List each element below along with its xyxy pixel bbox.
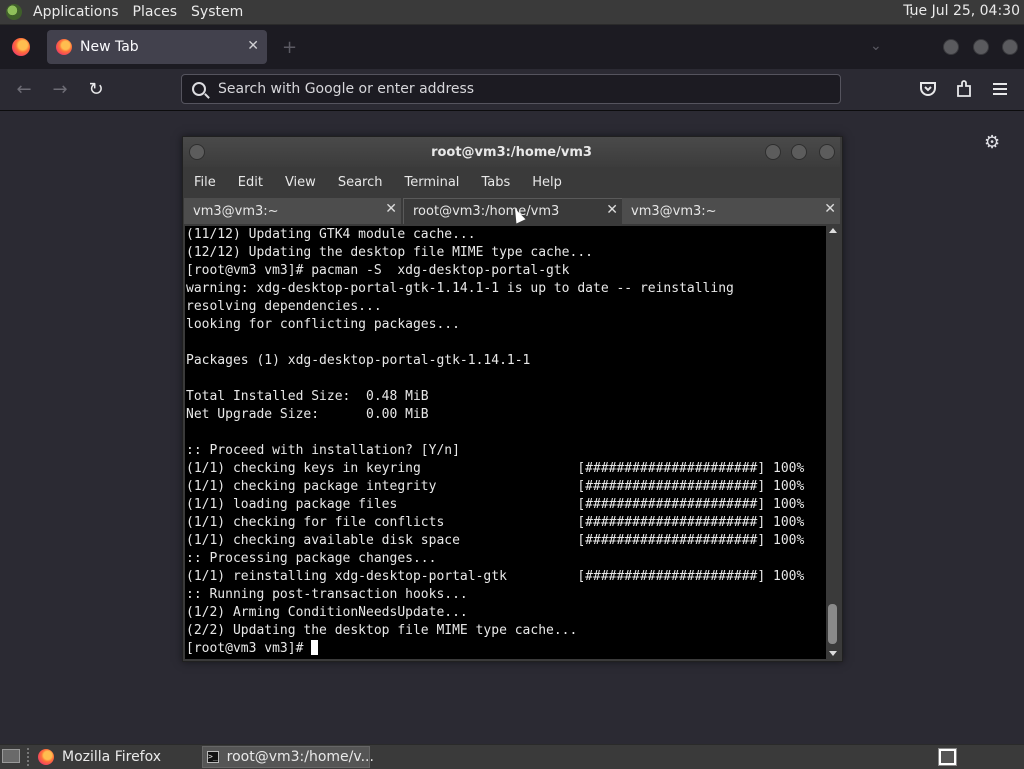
- list-all-tabs-icon[interactable]: ⌄: [870, 38, 882, 54]
- terminal-line: warning: xdg-desktop-portal-gtk-1.14.1-1…: [186, 281, 734, 296]
- menu-help[interactable]: Help: [521, 175, 573, 190]
- bottom-taskbar: Mozilla Firefox >_ root@vm3:/home/v...: [0, 744, 1024, 769]
- terminal-titlebar[interactable]: root@vm3:/home/vm3: [183, 137, 840, 167]
- terminal-line: Packages (1) xdg-desktop-portal-gtk-1.14…: [186, 353, 531, 368]
- terminal-line: resolving dependencies...: [186, 299, 382, 314]
- terminal-line: (1/1) checking available disk space [###…: [186, 533, 805, 548]
- terminal-line: Net Upgrade Size: 0.00 MiB: [186, 407, 429, 422]
- browser-tab-strip: New Tab ✕ + ⌄: [0, 25, 1024, 69]
- menu-search[interactable]: Search: [327, 175, 394, 190]
- hamburger-menu-icon[interactable]: [992, 82, 1008, 96]
- terminal-icon: >_: [207, 751, 219, 763]
- menu-places[interactable]: Places: [126, 4, 185, 20]
- top-panel: Applications Places System Tue Jul 25, 0…: [0, 0, 1024, 25]
- terminal-line: :: Running post-transaction hooks...: [186, 587, 468, 602]
- taskbar-separator: [27, 748, 29, 766]
- terminal-scrollbar[interactable]: [826, 226, 839, 659]
- navigation-toolbar: ← → ↻: [0, 69, 1024, 111]
- terminal-line: [root@vm3 vm3]# pacman -S xdg-desktop-po…: [186, 263, 570, 278]
- menu-view[interactable]: View: [274, 175, 327, 190]
- terminal-line: (1/1) checking for file conflicts [#####…: [186, 515, 805, 530]
- firefox-view-icon[interactable]: [12, 38, 30, 56]
- new-tab-button[interactable]: +: [282, 37, 297, 58]
- menu-applications[interactable]: Applications: [26, 4, 126, 20]
- terminal-tab-label: vm3@vm3:~: [193, 203, 279, 219]
- taskbar-item-firefox[interactable]: Mozilla Firefox: [32, 746, 200, 768]
- terminal-menubar: File Edit View Search Terminal Tabs Help: [183, 171, 840, 193]
- distro-logo-icon[interactable]: [6, 4, 22, 20]
- terminal-tab-label: root@vm3:/home/vm3: [413, 204, 560, 219]
- tab-close-icon[interactable]: ✕: [247, 38, 259, 54]
- show-desktop-button[interactable]: [2, 749, 20, 763]
- tab-close-icon[interactable]: ✕: [606, 202, 618, 218]
- firefox-favicon-icon: [56, 39, 72, 55]
- back-arrow-icon[interactable]: ←: [12, 77, 36, 101]
- taskbar-item-terminal[interactable]: >_ root@vm3:/home/v...: [202, 746, 374, 768]
- scroll-up-arrow-icon[interactable]: [829, 228, 837, 233]
- search-icon: [192, 82, 206, 96]
- terminal-line: (1/2) Arming ConditionNeedsUpdate...: [186, 605, 468, 620]
- terminal-line: (11/12) Updating GTK4 module cache...: [186, 227, 476, 242]
- terminal-line: (1/1) reinstalling xdg-desktop-portal-gt…: [186, 569, 805, 584]
- scrollbar-thumb[interactable]: [828, 604, 837, 644]
- menu-system[interactable]: System: [184, 4, 250, 20]
- extensions-icon[interactable]: [956, 80, 972, 98]
- taskbar-item-label: Mozilla Firefox: [62, 749, 162, 765]
- tab-close-icon[interactable]: ✕: [385, 201, 397, 217]
- terminal-output[interactable]: (11/12) Updating GTK4 module cache... (12…: [185, 226, 826, 659]
- taskbar-item-label: root@vm3:/home/v...: [226, 749, 374, 765]
- pocket-icon[interactable]: [919, 81, 937, 97]
- terminal-line: :: Proceed with installation? [Y/n]: [186, 443, 460, 458]
- terminal-title: root@vm3:/home/vm3: [431, 144, 592, 160]
- browser-tab-new-tab[interactable]: New Tab ✕: [47, 30, 267, 64]
- url-bar[interactable]: [181, 74, 841, 104]
- clock[interactable]: Tue Jul 25, 04:30: [903, 3, 1020, 19]
- terminal-line: (2/2) Updating the desktop file MIME typ…: [186, 623, 578, 638]
- workspace-switcher[interactable]: [938, 748, 957, 766]
- tab-close-icon[interactable]: ✕: [824, 201, 836, 217]
- menu-tabs[interactable]: Tabs: [470, 175, 521, 190]
- menu-file[interactable]: File: [183, 175, 227, 190]
- terminal-tab-1[interactable]: vm3@vm3:~ ✕: [184, 198, 401, 224]
- terminal-line: Total Installed Size: 0.48 MiB: [186, 389, 429, 404]
- terminal-line: (1/1) checking package integrity [######…: [186, 479, 805, 494]
- terminal-line: (12/12) Updating the desktop file MIME t…: [186, 245, 593, 260]
- text-cursor: [311, 640, 319, 655]
- firefox-icon: [38, 749, 54, 765]
- window-close-button[interactable]: [1002, 39, 1018, 55]
- terminal-line: (1/1) loading package files [###########…: [186, 497, 805, 512]
- scroll-down-arrow-icon[interactable]: [829, 651, 837, 656]
- terminal-tab-3[interactable]: vm3@vm3:~ ✕: [622, 198, 840, 224]
- terminal-tab-label: vm3@vm3:~: [631, 203, 717, 219]
- terminal-maximize-button[interactable]: [791, 144, 807, 160]
- shell-prompt: [root@vm3 vm3]#: [186, 641, 312, 656]
- terminal-line: (1/1) checking keys in keyring [########…: [186, 461, 805, 476]
- window-minimize-button[interactable]: [943, 39, 959, 55]
- terminal-line: :: Processing package changes...: [186, 551, 437, 566]
- tab-title: New Tab: [80, 39, 139, 55]
- menu-terminal[interactable]: Terminal: [393, 175, 470, 190]
- forward-arrow-icon[interactable]: →: [48, 77, 72, 101]
- address-input[interactable]: [216, 80, 820, 98]
- reload-icon[interactable]: ↻: [84, 77, 108, 101]
- window-menu-button[interactable]: [189, 144, 205, 160]
- terminal-line: looking for conflicting packages...: [186, 317, 460, 332]
- window-maximize-button[interactable]: [973, 39, 989, 55]
- gear-icon[interactable]: ⚙: [984, 132, 1000, 153]
- menu-edit[interactable]: Edit: [227, 175, 274, 190]
- terminal-minimize-button[interactable]: [765, 144, 781, 160]
- terminal-close-button[interactable]: [819, 144, 835, 160]
